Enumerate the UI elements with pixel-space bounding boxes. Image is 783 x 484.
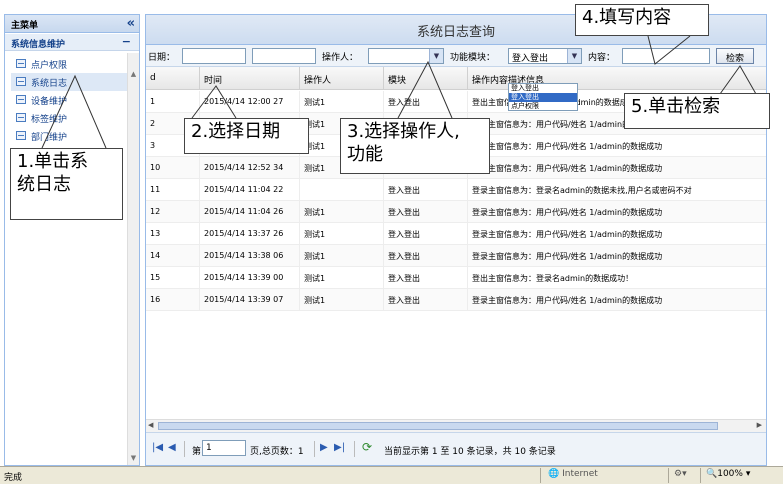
callout-4: 4.填写内容 (575, 4, 709, 36)
callout-2: 2.选择日期 (184, 118, 309, 154)
callout-5: 5.单击检索 (624, 93, 770, 129)
callout-1: 1.单击系 统日志 (10, 148, 123, 220)
annotation-lines (41, 35, 757, 149)
callout-4-pointer (647, 35, 691, 65)
callout-3: 3.选择操作人, 功能 (340, 118, 490, 174)
callout-3-pointer (397, 60, 453, 119)
callout-2-pointer (191, 85, 237, 119)
callout-5-pointer (719, 65, 757, 95)
callout-1-pointer (41, 74, 107, 149)
